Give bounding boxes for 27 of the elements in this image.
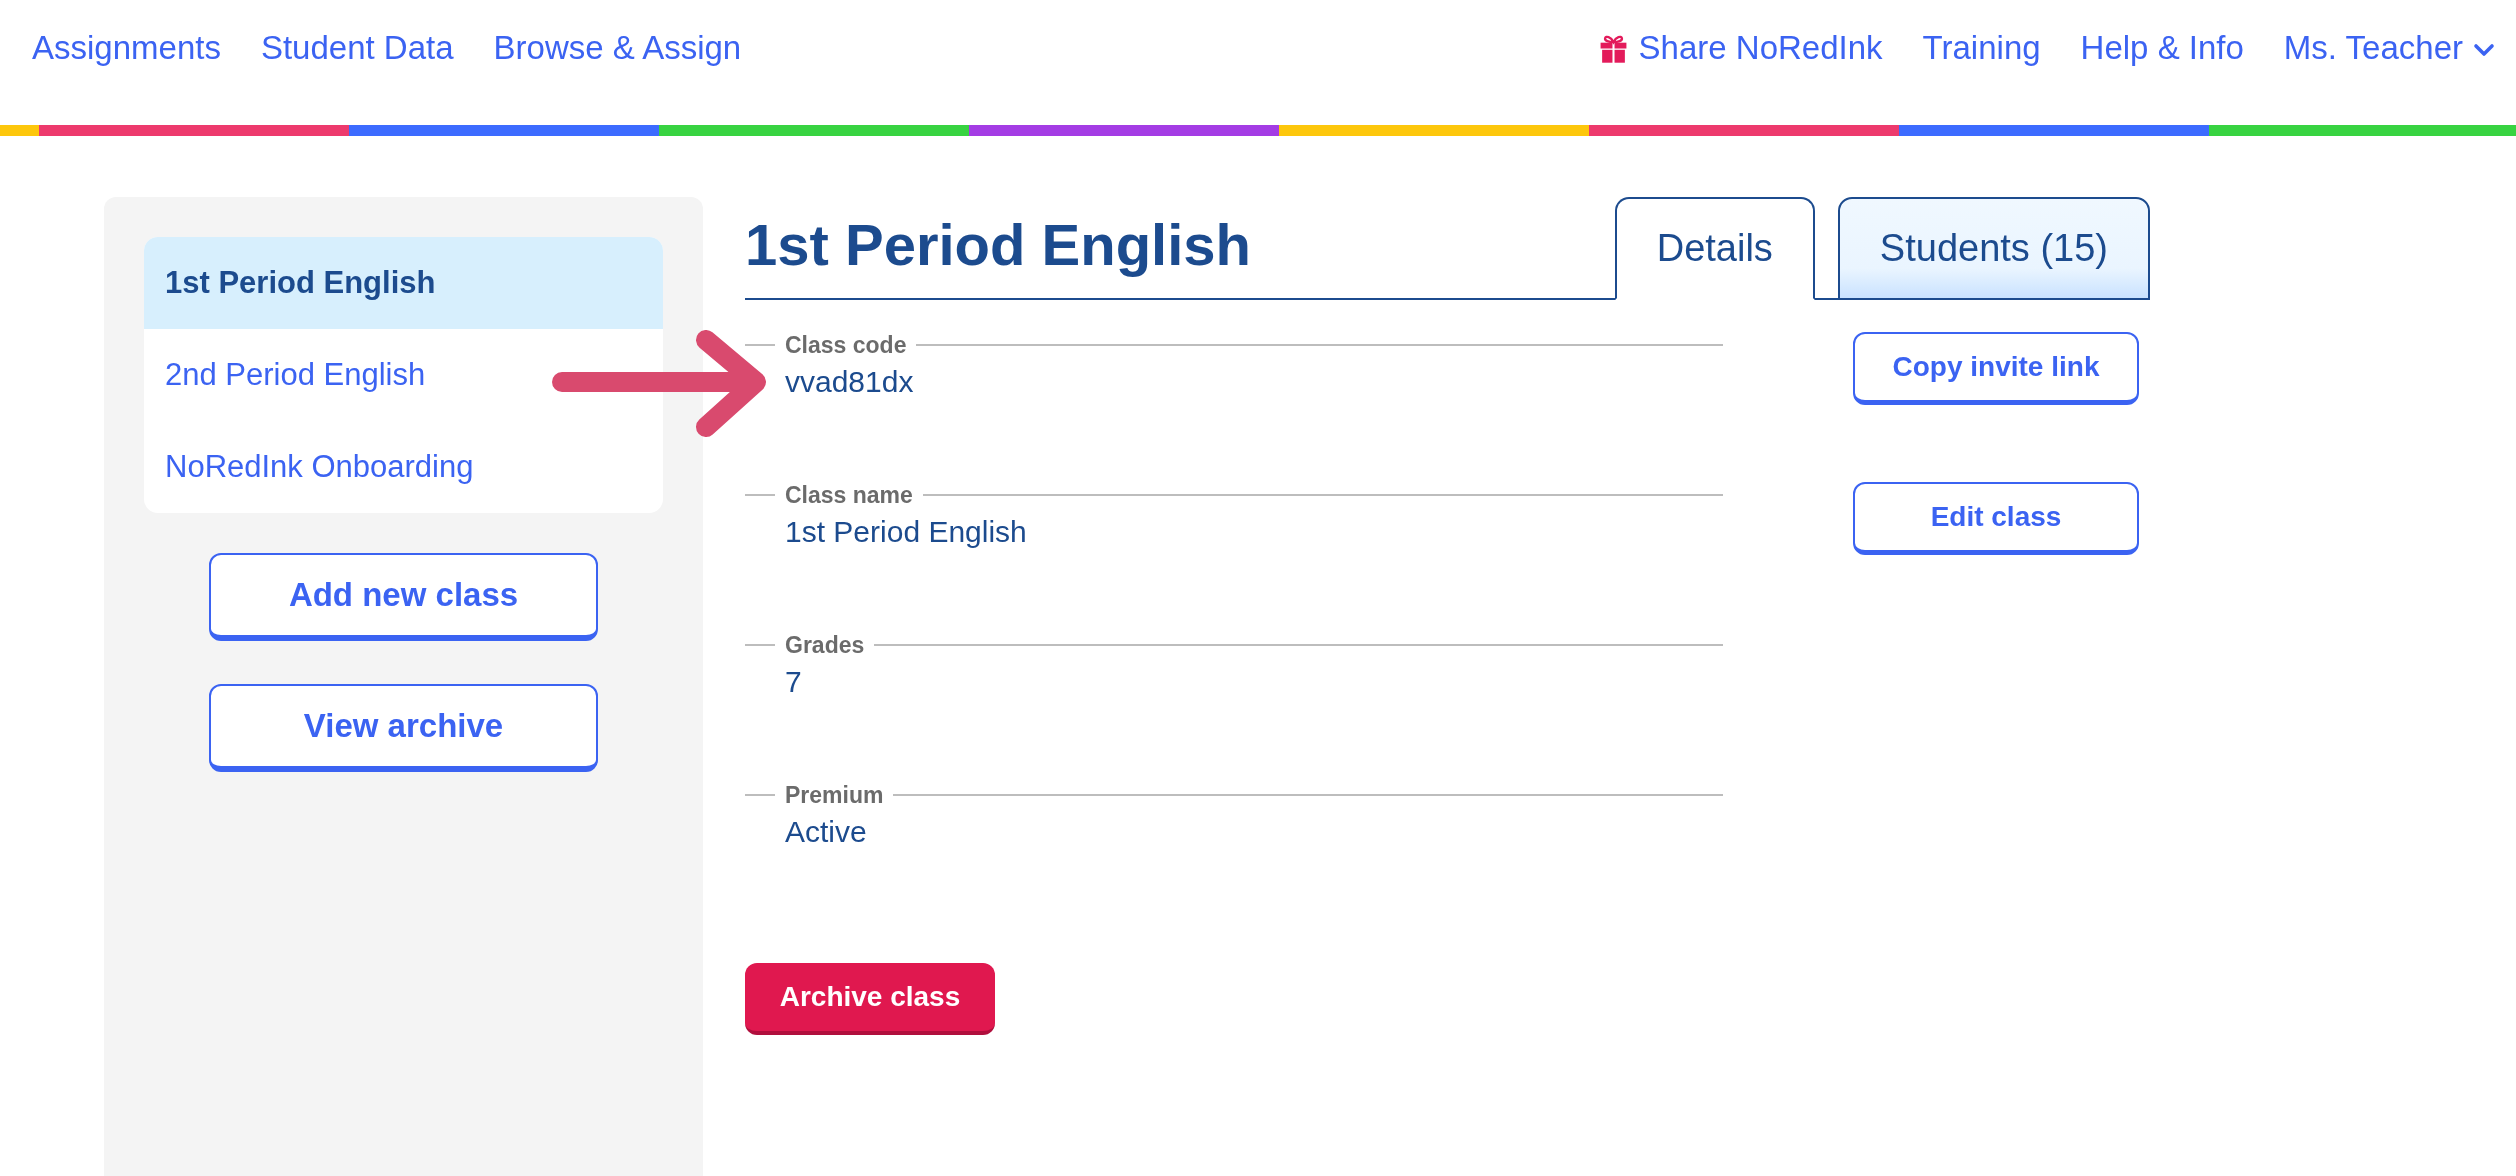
- nav-link[interactable]: Student Data: [260, 28, 454, 68]
- chevron-down-icon: [2473, 43, 2495, 57]
- share-link[interactable]: Share NoRedInk: [1597, 28, 1883, 68]
- field-value: Active: [785, 814, 868, 850]
- action-button[interactable]: Copy invite link: [1853, 332, 2139, 405]
- field-value: vvad81dx: [785, 364, 915, 400]
- sidebar-button[interactable]: View archive: [209, 684, 598, 772]
- class-list-item[interactable]: NoRedInk Onboarding: [144, 421, 663, 513]
- field-label: Class code: [784, 331, 908, 359]
- field-value: 7: [785, 664, 803, 700]
- sidebar-button[interactable]: Add new class: [209, 553, 598, 641]
- tab[interactable]: Students (15): [1837, 197, 2150, 300]
- nav-link[interactable]: Assignments: [32, 28, 221, 68]
- account-menu[interactable]: Ms. Teacher: [2283, 28, 2495, 68]
- nav-link[interactable]: Browse & Assign: [493, 28, 742, 68]
- tab[interactable]: Details: [1614, 197, 1815, 300]
- class-list-item[interactable]: 2nd Period English: [144, 329, 663, 421]
- field-label: Premium: [784, 781, 885, 809]
- class-list-item[interactable]: 1st Period English: [144, 237, 663, 329]
- page-title: 1st Period English: [745, 211, 1251, 279]
- archive-button[interactable]: Archive class: [745, 963, 995, 1035]
- field-label: Grades: [784, 631, 866, 659]
- action-button[interactable]: Edit class: [1853, 482, 2139, 555]
- field-label: Class name: [784, 481, 914, 509]
- nav-link[interactable]: Help & Info: [2080, 28, 2244, 68]
- nav-link[interactable]: Training: [1922, 28, 2041, 68]
- field-value: 1st Period English: [785, 514, 1028, 550]
